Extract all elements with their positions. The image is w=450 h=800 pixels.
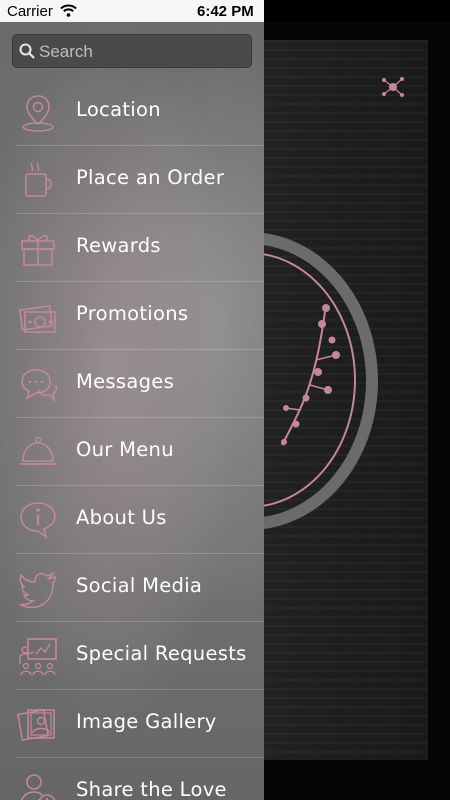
menu-item-label: Social Media [76,574,203,597]
info-icon [16,498,60,542]
menu-item-share-the-love[interactable]: Share the Love [16,758,264,800]
status-time: 6:42 PM [197,3,254,20]
menu-item-label: Image Gallery [76,710,217,733]
cloche-icon [16,430,60,474]
menu-item-label: Place an Order [76,166,225,189]
menu-item-location[interactable]: Location [16,78,264,146]
twitter-icon [16,566,60,610]
search-field[interactable] [12,34,252,69]
menu-item-promotions[interactable]: Promotions [16,282,264,350]
menu-list: Location Place an Order Rewards Promotio… [0,78,264,800]
carrier-label: Carrier [7,3,53,20]
status-bar: Carrier 6:42 PM [0,0,264,22]
cherry-blossom-branch-icon [281,304,340,446]
menu-item-special-requests[interactable]: Special Requests [16,622,264,690]
search-input[interactable] [37,35,251,69]
menu-item-label: Share the Love [76,778,227,800]
menu-item-social-media[interactable]: Social Media [16,554,264,622]
coffee-cup-icon [16,158,60,202]
menu-item-label: Messages [76,370,175,393]
menu-item-about-us[interactable]: About Us [16,486,264,554]
menu-item-messages[interactable]: Messages [16,350,264,418]
search-icon [19,43,35,59]
presentation-icon [16,634,60,678]
menu-item-label: Special Requests [76,642,247,665]
gift-icon [16,226,60,270]
menu-item-label: About Us [76,506,167,529]
menu-item-place-an-order[interactable]: Place an Order [16,146,264,214]
wifi-icon [60,4,77,17]
menu-item-rewards[interactable]: Rewards [16,214,264,282]
status-bar-right [264,0,450,22]
menu-item-label: Rewards [76,234,161,257]
location-pin-icon [16,90,60,134]
menu-item-label: Location [76,98,161,121]
menu-item-image-gallery[interactable]: Image Gallery [16,690,264,758]
photo-gallery-icon [16,702,60,746]
chat-bubbles-icon [16,362,60,406]
share-network-icon[interactable] [380,74,406,100]
money-icon [16,294,60,338]
menu-item-label: Promotions [76,302,189,325]
add-user-icon [16,770,60,800]
menu-item-label: Our Menu [76,438,174,461]
menu-item-our-menu[interactable]: Our Menu [16,418,264,486]
side-drawer-menu: Location Place an Order Rewards Promotio… [0,22,264,800]
